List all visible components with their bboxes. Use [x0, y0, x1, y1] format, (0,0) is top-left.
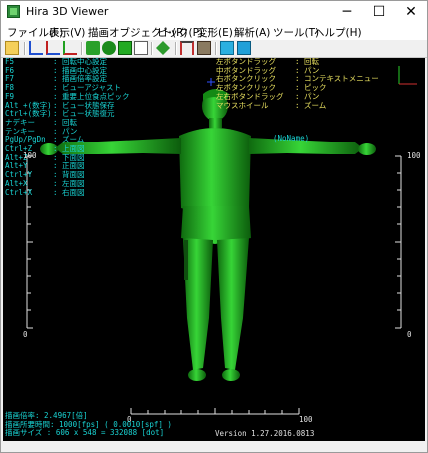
cube-icon[interactable] — [220, 41, 234, 55]
open-folder-icon[interactable] — [5, 41, 19, 55]
menu-help[interactable]: ヘルプ(H) — [314, 25, 362, 40]
toolbar-separator — [151, 42, 153, 55]
version-label: Version 1.27.2016.0813 — [215, 429, 315, 438]
right-scale-top-label: 100 — [407, 151, 421, 160]
axis-xy-icon[interactable] — [29, 41, 43, 55]
status-bar — [1, 441, 427, 452]
bottom-scale-right-label: 100 — [299, 415, 313, 424]
pick-icon[interactable] — [180, 41, 194, 55]
zoom-icon[interactable] — [134, 41, 148, 55]
zoom-fit-icon[interactable] — [86, 41, 100, 55]
menu-view[interactable]: 表示(V) — [49, 25, 85, 40]
right-scale-bottom-label: 0 — [407, 330, 412, 339]
menu-bar: ファイル(F) 表示(V) 描画オブジェクト(R) ピック(P) 変形(E) 解… — [1, 23, 427, 40]
center-crosshair — [207, 78, 215, 86]
toolbar-separator — [81, 42, 83, 55]
app-window: Hira 3D Viewer ─ ☐ ✕ ファイル(F) 表示(V) 描画オブジ… — [0, 0, 428, 453]
app-icon — [7, 5, 20, 18]
model-icon[interactable] — [156, 41, 170, 55]
solid-view-icon[interactable] — [118, 41, 132, 55]
3d-viewport[interactable]: F5 : 回転中心設定 F6 : 描画中心設定 F7 : 描画倍率設定 F8 :… — [3, 58, 425, 441]
close-button[interactable]: ✕ — [395, 1, 427, 23]
3d-model — [40, 89, 376, 381]
mouse-desc: : ズーム — [295, 100, 327, 110]
toolbar-separator — [24, 42, 26, 55]
mouse-action: マウスホイール — [216, 100, 269, 110]
bottom-scale — [130, 408, 300, 415]
minimize-button[interactable]: ─ — [331, 1, 363, 23]
toolbar — [1, 40, 427, 58]
axis-indicator — [398, 66, 417, 85]
model-name-label: (NoName) — [273, 134, 310, 143]
axis-xz-icon[interactable] — [46, 41, 60, 55]
maximize-button[interactable]: ☐ — [363, 1, 395, 23]
toolbar-separator — [215, 42, 217, 55]
left-scale-bottom-label: 0 — [23, 330, 28, 339]
title-bar[interactable]: Hira 3D Viewer ─ ☐ ✕ — [1, 1, 427, 23]
right-scale — [395, 155, 402, 329]
toolbar-separator — [175, 42, 177, 55]
measure-icon[interactable] — [197, 41, 211, 55]
shortcut-key: Ctrl+X — [5, 187, 33, 197]
menu-transform[interactable]: 変形(E) — [197, 25, 233, 40]
window-title: Hira 3D Viewer — [26, 5, 109, 18]
model-holster — [184, 240, 188, 280]
rotate-icon[interactable] — [102, 41, 116, 55]
menu-analysis[interactable]: 解析(A) — [234, 25, 270, 40]
render-size-status: 描画サイズ : 606 x 548 = 332088 [dot] — [5, 428, 165, 438]
axis-yz-icon[interactable] — [63, 41, 77, 55]
menu-tools[interactable]: ツール(T) — [273, 25, 319, 40]
multi-cube-icon[interactable] — [237, 41, 251, 55]
left-scale-top-label: 100 — [23, 151, 37, 160]
shortcut-desc: : 右面図 — [53, 187, 85, 197]
